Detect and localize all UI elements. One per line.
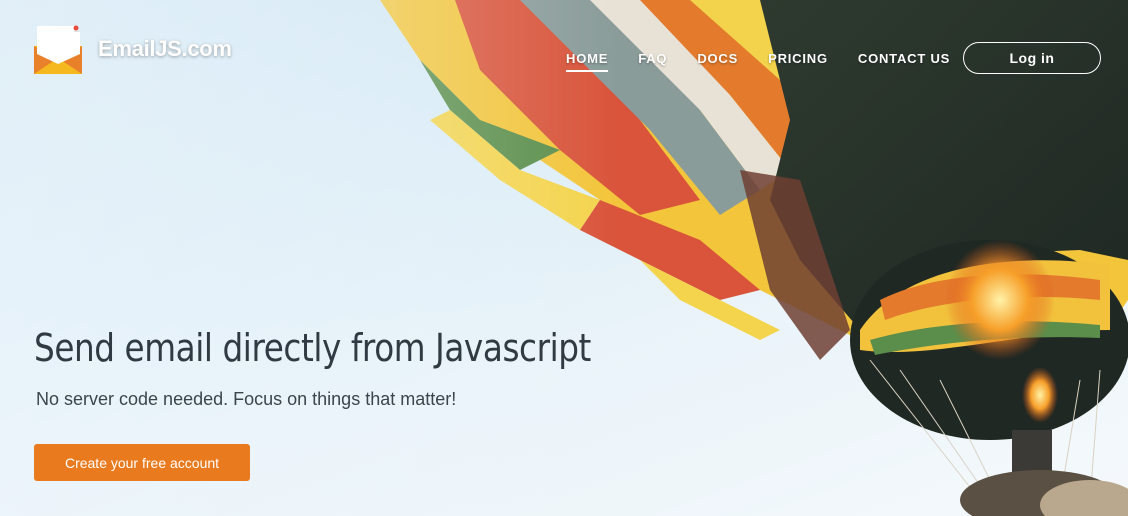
login-button[interactable]: Log in (963, 42, 1101, 74)
hero-subline: No server code needed. Focus on things t… (36, 389, 457, 409)
envelope-icon (34, 25, 82, 74)
nav-pricing[interactable]: PRICING (768, 51, 828, 72)
nav-contact-us[interactable]: CONTACT US (858, 51, 950, 72)
hero-section: EmailJS.com HOME FAQ DOCS PRICING CONTAC… (0, 0, 1128, 516)
hero-headline: Send email directly from Javascript (34, 326, 591, 370)
logo[interactable]: EmailJS.com (34, 24, 232, 74)
main-nav: HOME FAQ DOCS PRICING CONTACT US (566, 51, 980, 72)
create-account-button[interactable]: Create your free account (34, 444, 250, 481)
nav-faq[interactable]: FAQ (638, 51, 667, 72)
nav-docs[interactable]: DOCS (697, 51, 738, 72)
hero-overlay (0, 0, 1128, 516)
nav-home[interactable]: HOME (566, 51, 609, 72)
logo-text: EmailJS.com (98, 36, 232, 61)
